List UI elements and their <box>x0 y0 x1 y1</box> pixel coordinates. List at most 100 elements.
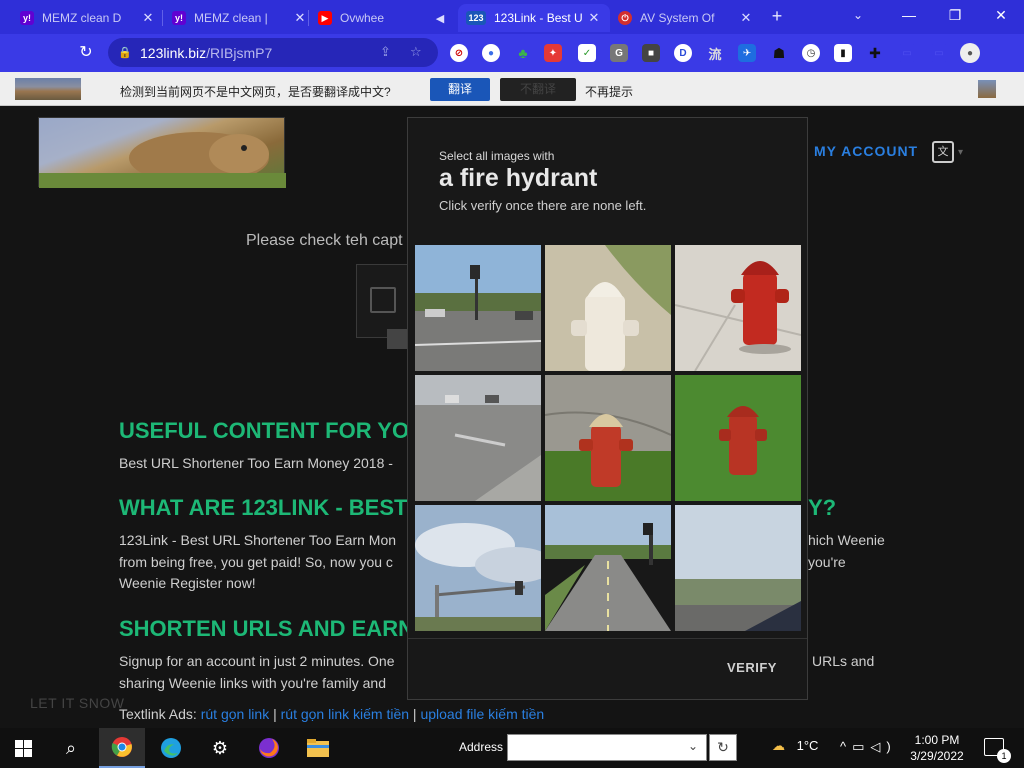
address-bar[interactable]: 🔒 123link.biz/RIBjsmP7 ⇪ ☆ <box>108 38 438 67</box>
let-it-snow-label[interactable]: LET IT SNOW <box>30 695 124 711</box>
network-icon[interactable]: ▭ <box>852 739 870 754</box>
translate-close-thumbnail[interactable] <box>978 80 996 98</box>
image-tile-5[interactable] <box>545 375 671 501</box>
tab-search-icon[interactable]: ⌄ <box>853 8 863 22</box>
recaptcha-checkbox[interactable] <box>370 287 396 313</box>
bookmark-star-icon[interactable]: ☆ <box>410 44 422 60</box>
captcha-prompt: Please check teh capt <box>246 232 403 249</box>
extensions-puzzle-icon[interactable]: ✚ <box>866 44 884 62</box>
reload-icon[interactable]: ↻ <box>73 40 99 66</box>
chevron-up-icon[interactable]: ^ <box>840 739 852 754</box>
my-account-link[interactable]: MY ACCOUNT <box>814 143 918 159</box>
tab-123link[interactable]: 123 123Link - Best U ✕ <box>458 4 610 32</box>
verify-button[interactable]: VERIFY <box>727 660 777 675</box>
red-hydrant-image <box>675 245 801 371</box>
textlink-1[interactable]: rút gọn link <box>201 706 269 722</box>
close-window-button[interactable]: ✕ <box>978 4 1024 28</box>
extension-icon-6[interactable]: G <box>610 44 628 62</box>
chevron-down-icon[interactable]: ▾ <box>958 147 963 158</box>
translate-bar: 检测到当前网页不是中文网页，是否要翻译成中文? 翻译 不翻译 不再提示 <box>0 72 1024 106</box>
chrome-icon[interactable] <box>99 728 145 768</box>
extension-icon-7[interactable]: ■ <box>642 44 660 62</box>
challenge-divider <box>408 638 807 639</box>
refresh-icon[interactable]: ↻ <box>709 734 737 761</box>
extension-icon-13[interactable]: ▮ <box>834 44 852 62</box>
language-icon[interactable]: 文 <box>932 141 954 163</box>
settings-gear-icon[interactable]: ⚙ <box>197 728 243 768</box>
notification-count: 1 <box>997 749 1011 763</box>
tab-title: MEMZ clean D <box>42 11 122 25</box>
recaptcha-challenge: Select all images with a fire hydrant Cl… <box>407 117 808 700</box>
restore-button[interactable]: ❐ <box>932 4 978 28</box>
tab-title: Ovwhee <box>340 11 385 25</box>
clock[interactable]: 1:00 PM 3/29/2022 <box>906 732 968 764</box>
image-tile-6[interactable] <box>675 375 801 501</box>
mute-tab-icon[interactable]: ◀ <box>432 12 448 25</box>
extension-icon-12[interactable]: ◷ <box>802 44 820 62</box>
extension-icon-1[interactable]: ⊘ <box>450 44 468 62</box>
para-shorten-1: Signup for an account in just 2 minutes.… <box>119 653 395 669</box>
translate-button[interactable]: 翻译 <box>430 78 490 101</box>
image-tile-9[interactable] <box>675 505 801 631</box>
never-show-link[interactable]: 不再提示 <box>585 83 633 100</box>
windows-start-icon[interactable] <box>0 728 46 768</box>
image-tile-3[interactable] <box>675 245 801 371</box>
volume-icon[interactable]: ◁) <box>870 739 896 754</box>
yahoo-icon: y! <box>172 11 186 25</box>
extension-icon-2[interactable]: ● <box>482 44 500 62</box>
chevron-down-icon[interactable]: ⌄ <box>688 739 698 753</box>
image-tile-8[interactable] <box>545 505 671 631</box>
tab-memz-clean-1[interactable]: y! MEMZ clean D ✕ <box>12 4 164 32</box>
para-shorten-1-tail: URLs and <box>812 653 875 669</box>
sky-traffic-light-image <box>415 505 541 631</box>
close-tab-icon[interactable]: ✕ <box>292 10 308 26</box>
extension-icon-4[interactable]: ✦ <box>544 44 562 62</box>
share-icon[interactable]: ⇪ <box>380 44 391 60</box>
dont-translate-button[interactable]: 不翻译 <box>500 78 576 101</box>
extension-icon-11[interactable]: ☗ <box>770 44 788 62</box>
textlink-2[interactable]: rút gọn link kiếm tiền <box>281 706 409 722</box>
textlink-3[interactable]: upload file kiếm tiền <box>420 706 544 722</box>
extension-icon-10[interactable]: ✈ <box>738 44 756 62</box>
tab-separator <box>308 10 309 26</box>
system-tray[interactable]: ^▭◁) <box>840 739 897 755</box>
windows-taskbar: ⌕ ⚙ Address ⌄ ↻ ☁ 1°C ^▭◁) 1:00 PM 3/29/… <box>0 728 1024 768</box>
edge-icon[interactable] <box>148 728 194 768</box>
search-icon[interactable]: ⌕ <box>48 728 94 768</box>
tab-youtube[interactable]: ▶ Ovwhee ◀ <box>310 4 456 32</box>
image-tile-1[interactable] <box>415 245 541 371</box>
tab-memz-clean-2[interactable]: y! MEMZ clean | ✕ <box>164 4 316 32</box>
notification-icon[interactable]: 1 <box>984 738 1011 763</box>
challenge-target: a fire hydrant <box>439 164 598 192</box>
translate-thumbnail <box>15 78 81 100</box>
site-logo[interactable] <box>38 117 286 188</box>
weather-widget[interactable]: ☁ 1°C <box>772 738 818 754</box>
close-tab-icon[interactable]: ✕ <box>586 10 602 26</box>
extension-icon-15[interactable]: ▭ <box>930 44 948 62</box>
extension-icon-3[interactable]: ♣ <box>514 44 532 62</box>
extension-icon-5[interactable]: ✓ <box>578 44 596 62</box>
minimize-button[interactable]: — <box>886 4 932 28</box>
firefox-icon[interactable] <box>246 728 292 768</box>
extension-icon-9[interactable]: 流 <box>706 44 724 62</box>
profile-avatar-icon[interactable]: ● <box>960 43 980 63</box>
image-tile-2[interactable] <box>545 245 671 371</box>
image-tile-7[interactable] <box>415 505 541 631</box>
extension-icon-8[interactable]: D <box>674 44 692 62</box>
separator: | <box>273 706 277 722</box>
gopher-image <box>39 132 286 188</box>
tab-av-system[interactable]: ⏻ AV System Of ✕ <box>610 4 762 32</box>
extension-icon-14[interactable]: ▭ <box>898 44 916 62</box>
new-tab-button[interactable]: + <box>766 6 788 28</box>
temperature: 1°C <box>796 738 819 753</box>
close-tab-icon[interactable]: ✕ <box>140 10 156 26</box>
file-explorer-icon[interactable] <box>295 728 341 768</box>
para-what-1: 123Link - Best URL Shortener Too Earn Mo… <box>119 532 397 548</box>
heading-shorten: SHORTEN URLS AND EARN <box>119 616 414 641</box>
taskbar-address-input[interactable]: ⌄ <box>507 734 707 761</box>
image-tile-4[interactable] <box>415 375 541 501</box>
tab-title: 123Link - Best U <box>494 11 583 25</box>
tab-title: MEMZ clean | <box>194 11 268 25</box>
weather-cloud-icon: ☁ <box>772 738 785 753</box>
close-tab-icon[interactable]: ✕ <box>738 10 754 26</box>
